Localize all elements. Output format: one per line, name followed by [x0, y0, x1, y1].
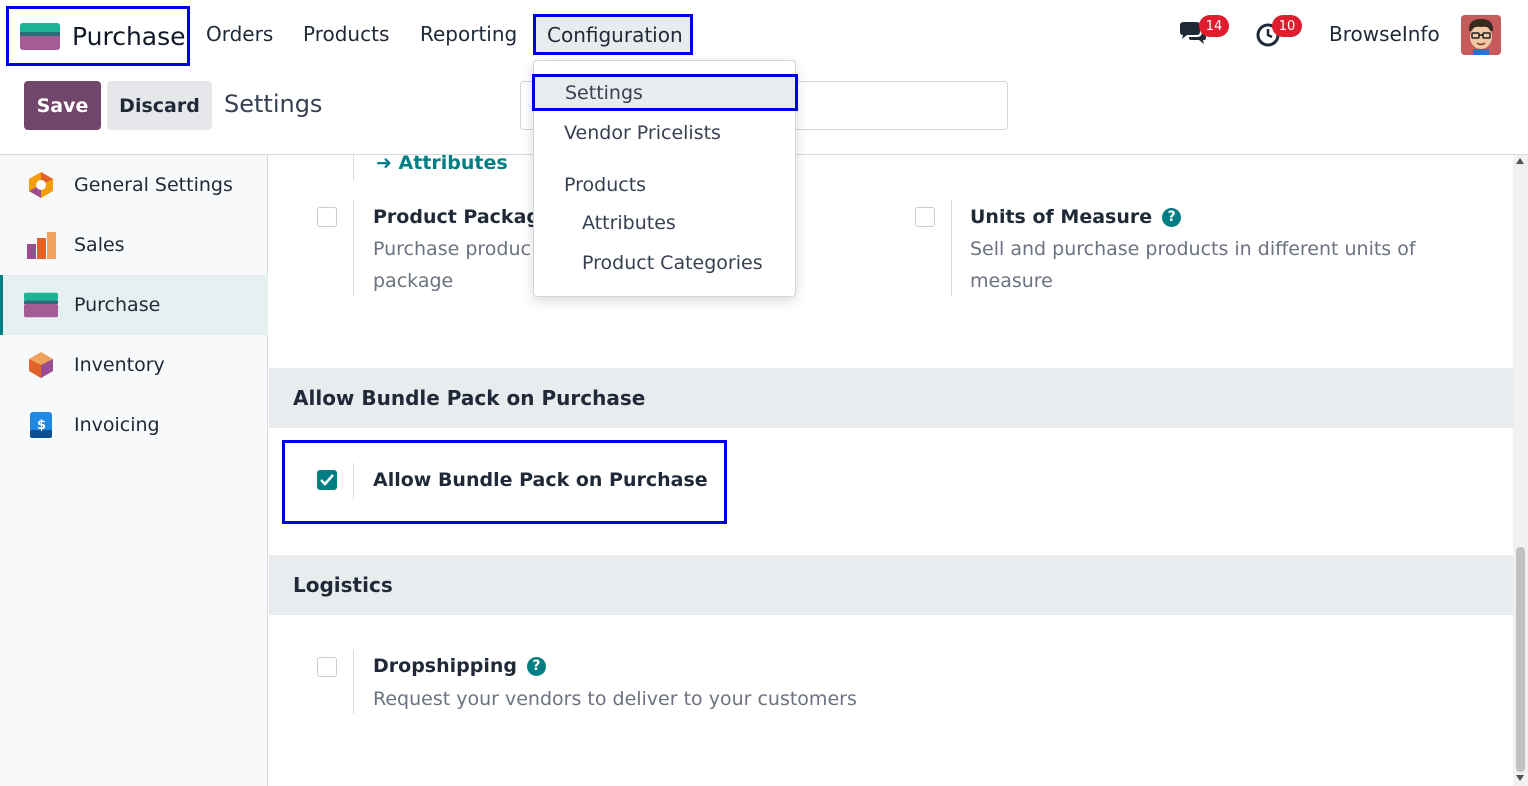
- dropshipping-checkbox[interactable]: [317, 657, 337, 677]
- sidebar-item-label: Purchase: [74, 294, 161, 316]
- units-of-measure-desc-line1: Sell and purchase products in different …: [970, 238, 1416, 260]
- checkmark-icon: [320, 474, 334, 486]
- sidebar-item-invoicing[interactable]: $ Invoicing: [0, 395, 268, 455]
- menu-configuration[interactable]: Configuration: [533, 14, 693, 55]
- units-of-measure-desc: Sell and purchase products in different …: [970, 233, 1416, 297]
- sidebar-item-label: Inventory: [74, 354, 165, 376]
- company-name[interactable]: BrowseInfo: [1329, 22, 1440, 46]
- sidebar-item-purchase[interactable]: Purchase: [0, 275, 268, 335]
- setting-divider: [951, 200, 952, 296]
- sidebar-item-general-settings[interactable]: General Settings: [0, 155, 268, 215]
- scroll-thumb[interactable]: [1516, 547, 1525, 772]
- sidebar-item-sales[interactable]: Sales: [0, 215, 268, 275]
- settings-sidebar: General Settings Sales Purchase Inventor…: [0, 155, 268, 786]
- units-of-measure-title: Units of Measure?: [970, 206, 1182, 228]
- dropdown-section-products: Products: [564, 174, 647, 196]
- purchase-app-icon: [20, 22, 60, 50]
- invoicing-icon: $: [24, 410, 58, 440]
- units-of-measure-checkbox[interactable]: [915, 207, 935, 227]
- attributes-link[interactable]: ➜ Attributes: [376, 155, 508, 174]
- dropshipping-label: Dropshipping: [373, 655, 517, 677]
- help-icon[interactable]: ?: [1162, 207, 1182, 227]
- sales-icon: [24, 230, 58, 260]
- scroll-up-arrow-icon[interactable]: [1516, 158, 1524, 164]
- save-button[interactable]: Save: [24, 81, 101, 130]
- arrow-right-icon: ➜: [376, 155, 392, 174]
- menu-reporting[interactable]: Reporting: [420, 22, 517, 46]
- scroll-down-arrow-icon[interactable]: [1516, 775, 1524, 781]
- allow-bundle-pack-checkbox[interactable]: [317, 470, 337, 490]
- settings-main: ➜ Attributes Product Packagi Purchase pr…: [269, 155, 1513, 786]
- discard-button[interactable]: Discard: [107, 81, 212, 130]
- logistics-section-header: Logistics: [269, 555, 1513, 615]
- menu-orders[interactable]: Orders: [206, 22, 273, 46]
- bundle-section-header: Allow Bundle Pack on Purchase: [269, 368, 1513, 428]
- general-settings-icon: [24, 170, 58, 200]
- allow-bundle-pack-title: Allow Bundle Pack on Purchase: [373, 469, 708, 491]
- inventory-icon: [24, 350, 58, 380]
- dropdown-item-attributes[interactable]: Attributes: [582, 212, 676, 234]
- product-packaging-title: Product Packagi: [373, 206, 547, 228]
- help-icon[interactable]: ?: [526, 656, 546, 676]
- activities-badge: 10: [1272, 15, 1302, 37]
- user-avatar[interactable]: [1461, 15, 1501, 55]
- page-title: Settings: [224, 90, 323, 118]
- setting-divider: [353, 200, 354, 296]
- setting-divider: [353, 155, 354, 180]
- setting-divider: [353, 463, 354, 499]
- app-brand[interactable]: Purchase: [6, 6, 190, 66]
- product-packaging-checkbox[interactable]: [317, 207, 337, 227]
- sidebar-item-label: General Settings: [74, 174, 233, 196]
- dropdown-item-vendor-pricelists[interactable]: Vendor Pricelists: [564, 122, 721, 144]
- purchase-icon: [24, 290, 58, 320]
- setting-divider: [353, 650, 354, 714]
- main-scrollbar[interactable]: [1513, 155, 1528, 786]
- dropshipping-title: Dropshipping?: [373, 655, 546, 677]
- units-of-measure-desc-line2: measure: [970, 270, 1053, 292]
- dropdown-item-settings[interactable]: Settings: [532, 74, 798, 111]
- units-of-measure-label: Units of Measure: [970, 206, 1153, 228]
- menu-products[interactable]: Products: [303, 22, 389, 46]
- product-packaging-desc-line2: package: [373, 270, 454, 292]
- sidebar-item-inventory[interactable]: Inventory: [0, 335, 268, 395]
- dropdown-item-product-categories[interactable]: Product Categories: [582, 252, 763, 274]
- dropshipping-desc: Request your vendors to deliver to your …: [373, 688, 857, 710]
- sidebar-item-label: Invoicing: [74, 414, 160, 436]
- app-name: Purchase: [72, 21, 186, 51]
- product-packaging-desc: Purchase produc package: [373, 233, 531, 297]
- messages-badge: 14: [1199, 15, 1229, 37]
- product-packaging-desc-line1: Purchase produc: [373, 238, 531, 260]
- attributes-link-label: Attributes: [398, 155, 508, 174]
- configuration-dropdown: Settings Vendor Pricelists Products Attr…: [532, 60, 798, 297]
- sidebar-item-label: Sales: [74, 234, 125, 256]
- svg-text:$: $: [37, 418, 46, 433]
